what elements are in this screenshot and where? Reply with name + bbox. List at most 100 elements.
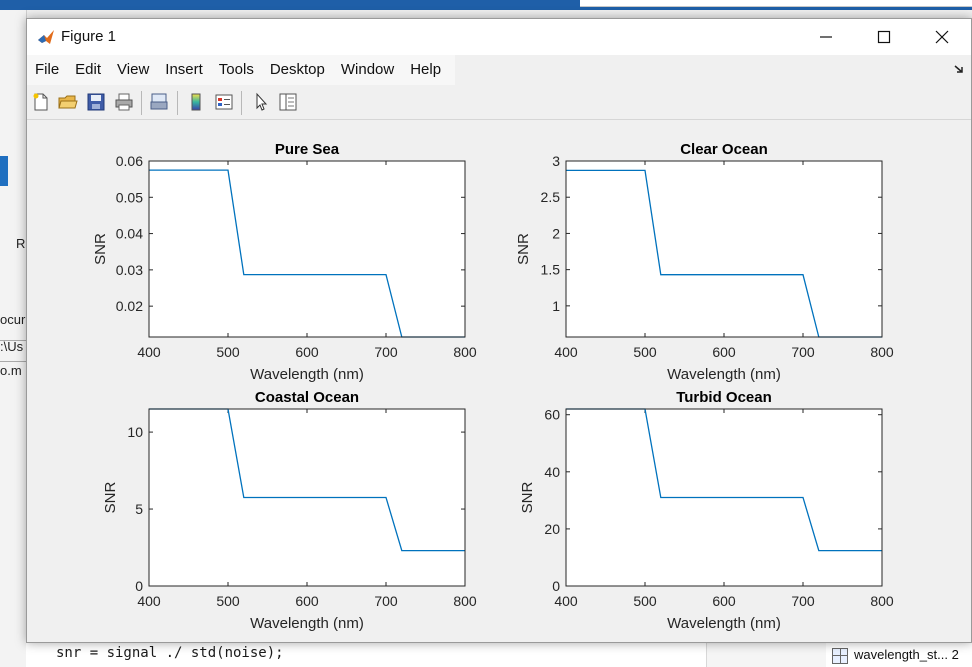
insert-colorbar-button[interactable] xyxy=(185,91,207,113)
menu-window[interactable]: Window xyxy=(333,55,402,85)
menu-tools[interactable]: Tools xyxy=(211,55,262,85)
subplot-title: Pure Sea xyxy=(275,141,340,158)
x-tick-label: 600 xyxy=(295,344,319,360)
y-tick-label: 1.5 xyxy=(541,262,561,278)
y-tick-label: 0.02 xyxy=(116,298,143,314)
open-file-icon xyxy=(58,95,78,109)
dock-arrow-icon[interactable] xyxy=(953,63,965,75)
x-tick-label: 800 xyxy=(870,593,894,609)
subplot-grid: 400 500 600 700 8000.020.030.040.050.06Pure … xyxy=(92,141,894,632)
print-icon xyxy=(115,93,133,111)
figure-toolbar xyxy=(27,85,971,120)
x-tick-label: 600 xyxy=(712,344,736,360)
x-tick-label: 400 xyxy=(137,593,161,609)
menu-file[interactable]: File xyxy=(27,55,67,85)
y-axis-label: SNR xyxy=(515,233,532,265)
y-tick-label: 10 xyxy=(127,424,143,440)
y-axis-label: SNR xyxy=(519,481,536,513)
axes-background xyxy=(149,161,465,337)
link-plot-button[interactable] xyxy=(148,91,170,113)
y-tick-label: 0.04 xyxy=(116,226,143,242)
x-tick-label: 700 xyxy=(374,593,398,609)
edit-plot-button[interactable] xyxy=(250,91,272,113)
desktop-left-label: ocur xyxy=(0,312,26,327)
x-tick-label: 500 xyxy=(633,593,657,609)
workspace-row[interactable]: wavelength_st... 2 xyxy=(826,643,972,667)
axes-background xyxy=(566,161,882,337)
y-axis-label: SNR xyxy=(102,481,119,513)
x-tick-label: 700 xyxy=(791,593,815,609)
window-title: Figure 1 xyxy=(61,28,117,45)
menu-view[interactable]: View xyxy=(109,55,157,85)
subplot-title: Turbid Ocean xyxy=(676,389,772,406)
open-file-button[interactable] xyxy=(57,91,79,113)
y-tick-label: 20 xyxy=(544,521,560,537)
x-tick-label: 600 xyxy=(712,593,736,609)
matlab-logo-icon xyxy=(38,30,54,44)
variable-grid-icon xyxy=(832,647,848,664)
x-axis-label: Wavelength (nm) xyxy=(250,366,364,383)
close-button[interactable] xyxy=(913,19,971,55)
y-tick-label: 60 xyxy=(544,407,560,423)
x-tick-label: 500 xyxy=(633,344,657,360)
figure-canvas[interactable]: 400 500 600 700 800 0.02 0.03 0.04 0.05 0.06 Pure … xyxy=(27,120,971,642)
y-tick-label: 5 xyxy=(135,501,143,517)
subplot-title: Coastal Ocean xyxy=(255,389,359,406)
toolbar-separator xyxy=(241,91,242,115)
property-inspector-icon xyxy=(279,93,297,111)
workspace-variable-value: 2 xyxy=(951,647,959,662)
x-tick-label: 700 xyxy=(791,344,815,360)
desktop-left-file[interactable]: o.m xyxy=(0,363,26,378)
subplot-title: Clear Ocean xyxy=(680,141,768,158)
minimize-button[interactable] xyxy=(797,19,855,55)
x-tick-label: 800 xyxy=(453,593,477,609)
x-tick-label: 800 xyxy=(453,344,477,360)
edit-plot-icon xyxy=(256,92,268,111)
menu-insert[interactable]: Insert xyxy=(157,55,211,85)
x-axis-label: Wavelength (nm) xyxy=(250,615,364,632)
x-tick-label: 500 xyxy=(216,593,240,609)
link-plot-icon xyxy=(150,93,168,110)
save-button[interactable] xyxy=(85,91,107,113)
property-inspector-button[interactable] xyxy=(277,91,299,113)
x-tick-label: 700 xyxy=(374,344,398,360)
toolbar-separator xyxy=(141,91,142,115)
figure-window: Figure 1 File Edit View Insert Tools Des… xyxy=(26,18,972,643)
x-axis-label: Wavelength (nm) xyxy=(667,615,781,632)
insert-legend-button[interactable] xyxy=(213,91,235,113)
y-tick-label: 0.06 xyxy=(116,153,143,169)
menu-bar: File Edit View Insert Tools Desktop Wind… xyxy=(27,55,971,85)
y-tick-label: 0 xyxy=(552,578,560,594)
menu-edit[interactable]: Edit xyxy=(67,55,109,85)
y-tick-label: 3 xyxy=(552,153,560,169)
maximize-icon xyxy=(877,30,891,44)
print-button[interactable] xyxy=(113,91,135,113)
y-tick-label: 1 xyxy=(552,298,560,314)
title-bar[interactable]: Figure 1 xyxy=(27,19,971,55)
workspace-variable-name: wavelength_st... xyxy=(854,647,948,662)
y-axis-label: SNR xyxy=(92,233,109,265)
new-figure-button[interactable] xyxy=(30,91,52,113)
y-tick-label: 2 xyxy=(552,225,560,241)
minimize-icon xyxy=(820,36,832,38)
y-tick-label: 40 xyxy=(544,464,560,480)
x-tick-label: 400 xyxy=(554,344,578,360)
save-icon xyxy=(87,93,105,111)
x-tick-label: 800 xyxy=(870,344,894,360)
close-icon xyxy=(935,30,949,44)
menu-help[interactable]: Help xyxy=(402,55,449,85)
maximize-button[interactable] xyxy=(855,19,913,55)
editor-code-line[interactable]: snr = signal ./ std(noise); xyxy=(26,643,706,667)
legend-icon xyxy=(215,94,233,110)
x-tick-label: 600 xyxy=(295,593,319,609)
desktop-left-tab[interactable] xyxy=(0,156,8,186)
x-tick-label: 400 xyxy=(554,593,578,609)
menu-desktop[interactable]: Desktop xyxy=(262,55,333,85)
editor-scroll-region xyxy=(706,643,827,667)
y-tick-label: 0 xyxy=(135,578,143,594)
desktop-search-strip xyxy=(580,0,972,7)
y-tick-label: 2.5 xyxy=(541,189,561,205)
x-axis-label: Wavelength (nm) xyxy=(667,366,781,383)
desktop-left-path[interactable]: :\Us xyxy=(0,339,26,354)
x-tick-label: 500 xyxy=(216,344,240,360)
